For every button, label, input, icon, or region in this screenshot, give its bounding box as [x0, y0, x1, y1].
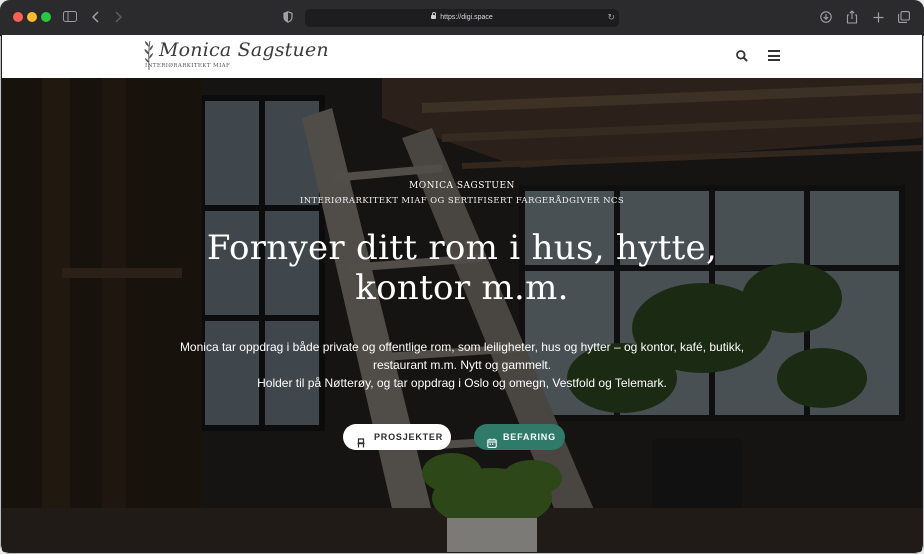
hero-subtitle: INTERIØRARKITEKT MIAF OG SERTIFISERT FAR…: [299, 196, 625, 206]
site-header: Monica Sagstuen INTERIØRARKITEKT MIAF: [2, 35, 922, 78]
projects-button-label: PROSJEKTER: [374, 432, 444, 442]
logo-name[interactable]: Monica Sagstuen: [159, 38, 329, 62]
plus-icon[interactable]: [871, 8, 885, 26]
browser-window: https://digi.space ↻ Monica Sagstuen INT…: [0, 0, 924, 554]
address-bar-text: https://digi.space: [305, 11, 619, 25]
close-window-button[interactable]: [13, 12, 23, 22]
hero-description-line-2: Holder til på Nøtterøy, og tar oppdrag i…: [257, 376, 667, 390]
share-icon[interactable]: [845, 8, 859, 26]
projects-button[interactable]: PROSJEKTER: [343, 424, 451, 450]
reload-icon[interactable]: ↻: [607, 9, 615, 27]
zoom-window-button[interactable]: [41, 12, 51, 22]
tabs-overview-icon[interactable]: [897, 8, 911, 26]
sidebar-icon[interactable]: [62, 8, 78, 26]
hero-description-line-1: Monica tar oppdrag i både private og off…: [179, 340, 745, 372]
logo-tagline: INTERIØRARKITEKT MIAF: [145, 63, 231, 69]
chair-icon: [356, 432, 366, 448]
search-icon[interactable]: [735, 49, 749, 63]
chevron-right-icon[interactable]: [112, 8, 124, 26]
booking-button[interactable]: BEFARING: [474, 424, 565, 450]
hero-background-image: [2, 78, 922, 552]
hero-description: Monica tar oppdrag i både private og off…: [177, 338, 747, 392]
address-bar[interactable]: https://digi.space ↻: [305, 9, 619, 27]
calendar-icon: [487, 432, 497, 448]
sprig-logo-icon: [142, 39, 156, 76]
hero-name: MONICA SAGSTUEN: [409, 181, 515, 191]
shield-icon[interactable]: [281, 8, 295, 26]
lock-icon: [431, 12, 437, 19]
minimize-window-button[interactable]: [27, 12, 37, 22]
hero-title: Fornyer ditt rom i hus, hytte, kontor m.…: [206, 228, 718, 308]
browser-toolbar: https://digi.space ↻: [0, 0, 924, 36]
booking-button-label: BEFARING: [503, 432, 556, 442]
chevron-left-icon[interactable]: [90, 8, 102, 26]
hero-section: MONICA SAGSTUEN INTERIØRARKITEKT MIAF OG…: [2, 78, 922, 552]
url-text: https://digi.space: [440, 14, 493, 21]
download-icon[interactable]: [819, 8, 833, 26]
menu-icon[interactable]: [768, 50, 780, 61]
